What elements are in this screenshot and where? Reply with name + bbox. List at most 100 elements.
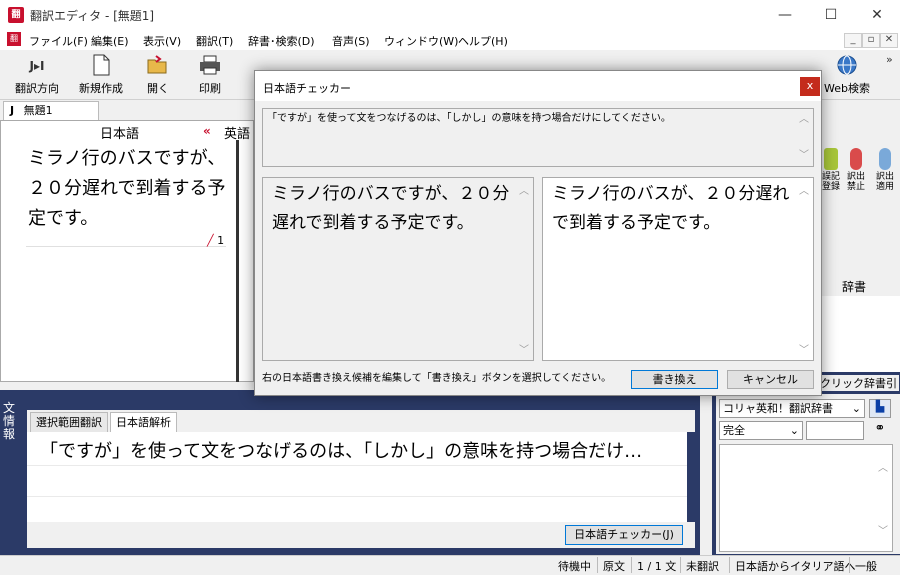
dialog-hint: 右の日本語書き換え候補を編集して「書き換え」ボタンを選択してください。 [262, 373, 612, 384]
register-typo-label: 誤記 登録 [821, 172, 840, 192]
red-marker-icon [850, 148, 862, 170]
dictionary-settings-button[interactable]: ▙ [869, 399, 891, 418]
apply-translate-button[interactable]: 訳出 適用 [872, 148, 898, 192]
no-translate-label: 訳出 禁止 [846, 172, 865, 192]
status-separator [597, 557, 598, 573]
document-tab-label: 無題1 [23, 104, 53, 117]
globe-icon [834, 54, 860, 78]
chevron-down-icon: ⌄ [851, 402, 861, 415]
scroll-down-icon[interactable]: ﹀ [878, 522, 888, 537]
status-separator [849, 557, 850, 573]
original-text: ミラノ行のバスですが、２０分遅れで到着する予定です。 [272, 184, 510, 233]
app-icon: 翻 [8, 7, 24, 23]
status-field: 一般 [855, 560, 877, 573]
minimize-button[interactable]: — [762, 0, 808, 30]
chevron-down-icon: ⌄ [789, 424, 799, 437]
sentence-info-text: 文情報 [3, 401, 16, 441]
scroll-up-icon[interactable]: ︿ [799, 182, 809, 197]
document-icon[interactable]: 翻 [7, 32, 21, 46]
open-button[interactable]: 開く [138, 52, 178, 98]
close-button[interactable]: ✕ [854, 0, 900, 30]
folder-open-icon [145, 54, 171, 78]
no-translate-button[interactable]: 訳出 禁止 [843, 148, 869, 192]
scroll-down-icon[interactable]: ﹀ [799, 341, 809, 356]
checker-message: 「ですが」を使って文をつなげるのは、「しかし」の意味を持つ場合だけにしてください… [262, 108, 814, 167]
pane-splitter[interactable] [236, 140, 239, 382]
checker-message-text: 「ですが」を使って文をつなげるのは、「しかし」の意味を持つ場合だけにしてください… [267, 113, 671, 124]
document-tab-prefix: J [10, 104, 15, 117]
dialog-close-button[interactable]: x [800, 77, 820, 96]
dictionary-column-header: 辞書 [842, 280, 867, 294]
new-document-label: 新規作成 [79, 82, 123, 95]
menu-file[interactable]: ファイル(F) [29, 33, 88, 49]
binoculars-icon: ⚭ [874, 421, 886, 436]
status-separator [729, 557, 730, 573]
new-document-icon [88, 54, 114, 78]
menu-edit[interactable]: 編集(E) [91, 33, 129, 49]
sentence-number: 1 [217, 234, 225, 247]
tag-icon [824, 148, 838, 170]
menu-window[interactable]: ウィンドウ(W) [384, 33, 458, 49]
scroll-up-icon[interactable]: ︿ [519, 182, 529, 197]
direction-icon: J▸I [29, 59, 45, 73]
blue-marker-icon [879, 148, 891, 170]
status-separator [680, 557, 681, 573]
printer-icon [197, 54, 223, 78]
dictionary-select-value: コリャ英和！翻訳辞書 [723, 402, 833, 415]
document-tab[interactable]: J 無題1 [3, 101, 99, 120]
divider [26, 246, 226, 247]
menu-view[interactable]: 表示(V) [143, 33, 181, 49]
web-search-label: Web検索 [824, 82, 870, 95]
mdi-restore-button[interactable]: ▫ [862, 33, 880, 48]
dictionary-search-button[interactable]: ⚭ [869, 421, 891, 440]
status-state: 未翻訳 [686, 560, 719, 573]
dictionary-select[interactable]: コリャ英和！翻訳辞書 ⌄ [719, 399, 865, 418]
toolbar-overflow-icon[interactable]: » [886, 53, 893, 66]
scroll-down-icon[interactable]: ﹀ [519, 341, 529, 356]
dictionary-book-icon: ▙ [875, 400, 885, 413]
dialog-title: 日本語チェッカー [263, 82, 351, 95]
translation-direction-button[interactable]: J▸I 翻訳方向 [10, 52, 64, 98]
status-direction: 日本語からイタリア語へ [735, 560, 856, 573]
source-language-header: 日本語 [100, 127, 140, 142]
scroll-up-icon[interactable]: ︿ [799, 113, 809, 126]
japanese-checker-button[interactable]: 日本語チェッカー(J) [565, 525, 683, 545]
dictionary-panel-title: クリック辞書引 [818, 375, 899, 391]
apply-translate-label: 訳出 適用 [875, 172, 894, 192]
menu-audio[interactable]: 音声(S) [332, 33, 370, 49]
status-count: 1 / 1 文 [637, 560, 677, 573]
divider [27, 496, 687, 497]
rewrite-button[interactable]: 書き換え [631, 370, 718, 389]
divider [27, 465, 687, 466]
tab-japanese-analysis[interactable]: 日本語解析 [110, 412, 177, 432]
dictionary-column-area [816, 296, 900, 372]
match-mode-value: 完全 [723, 424, 745, 437]
source-text[interactable]: ミラノ行のバスですが、２０分遅れで到着する予定です。 [28, 144, 228, 234]
new-document-button[interactable]: 新規作成 [74, 52, 128, 98]
menu-translate[interactable]: 翻訳(T) [196, 33, 233, 49]
status-mode: 待機中 [558, 560, 591, 573]
menu-help[interactable]: ヘルプ(H) [458, 33, 508, 49]
dictionary-results[interactable]: ︿ ﹀ [719, 444, 893, 552]
window-title: 翻訳エディタ - [無題1] [30, 9, 155, 23]
status-separator [631, 557, 632, 573]
status-view: 原文 [603, 560, 625, 573]
pencil-icon: ╱ [207, 234, 214, 247]
sentence-marker: ╱ 1 [207, 234, 224, 247]
scroll-up-icon[interactable]: ︿ [878, 459, 888, 474]
maximize-button[interactable]: ☐ [808, 0, 854, 30]
dictionary-search-input[interactable] [806, 421, 864, 440]
mdi-close-button[interactable]: ✕ [880, 33, 898, 48]
direction-arrow-icon[interactable]: « [203, 124, 211, 138]
menu-dictionary[interactable]: 辞書･検索(D) [248, 33, 315, 49]
sentence-info-vertical-label: 文情報 [3, 402, 19, 441]
cancel-button[interactable]: キャンセル [727, 370, 814, 389]
mdi-minimize-button[interactable]: _ [844, 33, 862, 48]
rewrite-candidate-text[interactable]: ミラノ行のバスが、２０分遅れで到着する予定です。 [552, 180, 792, 238]
scroll-down-icon[interactable]: ﹀ [799, 149, 809, 162]
web-search-button[interactable]: Web検索 [820, 52, 874, 98]
print-label: 印刷 [199, 82, 221, 95]
print-button[interactable]: 印刷 [190, 52, 230, 98]
match-mode-select[interactable]: 完全 ⌄ [719, 421, 803, 440]
tab-selection-translation[interactable]: 選択範囲翻訳 [30, 412, 108, 432]
